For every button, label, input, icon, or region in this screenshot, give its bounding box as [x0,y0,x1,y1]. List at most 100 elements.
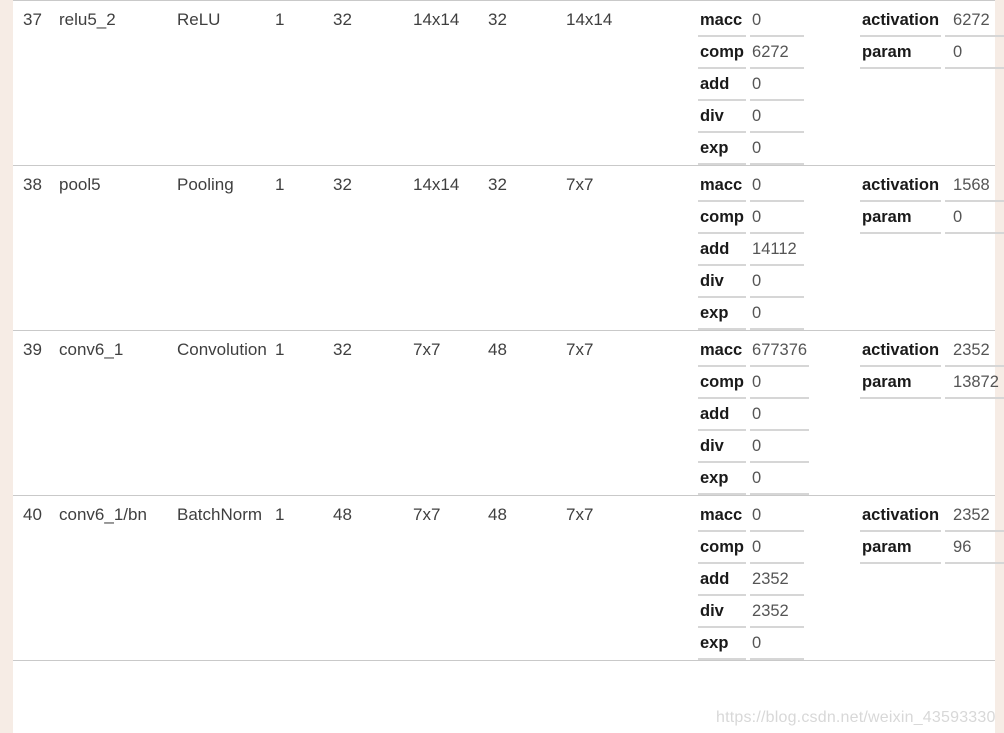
stat-key: activation [860,170,942,202]
stat-row: comp 0 [698,202,805,234]
cell-value-in-channels: 32 [333,175,352,194]
cell-value-name: relu5_2 [59,10,116,29]
stat-value: 6272 [945,5,1004,37]
stat-value: 13872 [945,367,1004,399]
cell-memory: activation 1568 param 0 [846,165,1004,331]
stat-row: activation 1568 [860,170,1004,202]
page-sheet: 37 relu5_2 ReLU 1 32 14x14 32 14x14 macc 0 comp 627… [13,0,1004,733]
stat-value: 0 [945,37,1004,69]
cell-ops: macc 0 comp 0 add 2352 div 2352 exp 0 [686,495,846,661]
ops-stats-group: macc 0 comp 0 add 2352 div 2352 exp 0 [686,500,846,660]
ops-stats-table: macc 0 comp 6272 add 0 div 0 exp 0 [694,5,808,165]
cell-value-index: 38 [23,175,42,194]
cell-in-size: 7x7 [413,330,488,496]
cell-value-in-size: 14x14 [413,10,460,29]
stat-value: 0 [750,628,805,660]
cell-type: ReLU [175,0,275,166]
stat-value: 0 [750,367,810,399]
stat-value: 0 [750,170,805,202]
stat-row: activation 6272 [860,5,1004,37]
cell-out-channels: 32 [488,165,566,331]
stat-value: 2352 [945,335,1004,367]
stat-key: activation [860,500,942,532]
stat-value: 0 [750,266,805,298]
ops-stats-table: macc 0 comp 0 add 2352 div 2352 exp 0 [694,500,808,660]
cell-value-out-channels: 48 [488,340,507,359]
stat-row: exp 0 [698,133,805,165]
stat-row: param 96 [860,532,1004,564]
stat-value: 0 [750,5,805,37]
stat-row: macc 677376 [698,335,810,367]
stat-value: 0 [750,399,810,431]
ops-stats-group: macc 0 comp 0 add 14112 div 0 exp 0 [686,170,846,330]
cell-value-index: 39 [23,340,42,359]
stat-row: activation 2352 [860,500,1004,532]
cell-out-size: 14x14 [566,0,686,166]
stat-key: add [698,564,747,596]
cell-value-in-size: 7x7 [413,505,441,524]
cell-value-batch: 1 [275,505,285,524]
stat-value: 0 [750,133,805,165]
memory-stats-group: activation 6272 param 0 [846,5,1004,69]
stat-row: div 0 [698,266,805,298]
stat-key: div [698,596,747,628]
layer-table-container: 37 relu5_2 ReLU 1 32 14x14 32 14x14 macc 0 comp 627… [13,0,1004,661]
stat-row: add 0 [698,399,810,431]
memory-stats-table: activation 2352 param 96 [856,500,1004,564]
cell-name: conv6_1 [53,330,175,496]
stat-value: 2352 [750,596,805,628]
stat-value: 1568 [945,170,1004,202]
ops-stats-table: macc 677376 comp 0 add 0 div 0 exp 0 [694,335,813,495]
stat-key: macc [698,5,747,37]
stat-key: exp [698,133,747,165]
stat-row: div 2352 [698,596,805,628]
stat-key: exp [698,628,747,660]
stat-value: 0 [750,463,810,495]
cell-value-out-size: 7x7 [566,505,594,524]
stat-key: add [698,399,747,431]
stat-value: 14112 [750,234,805,266]
cell-out-size: 7x7 [566,495,686,661]
stat-value: 0 [750,431,810,463]
stat-value: 6272 [750,37,805,69]
cell-value-out-channels: 32 [488,10,507,29]
cell-memory: activation 2352 param 13872 [846,330,1004,496]
stat-value: 0 [750,202,805,234]
stat-key: activation [860,5,942,37]
stat-key: comp [698,367,747,399]
cell-type: BatchNorm [175,495,275,661]
stat-key: macc [698,170,747,202]
stat-value: 0 [945,202,1004,234]
stat-row: activation 2352 [860,335,1004,367]
cell-out-channels: 48 [488,495,566,661]
table-row: 37 relu5_2 ReLU 1 32 14x14 32 14x14 macc 0 comp 627… [13,0,1004,166]
stat-key: div [698,101,747,133]
cell-index: 40 [13,495,53,661]
stat-value: 2352 [750,564,805,596]
stat-value: 0 [750,69,805,101]
stat-value: 677376 [750,335,810,367]
cell-value-out-channels: 48 [488,505,507,524]
memory-stats-group: activation 1568 param 0 [846,170,1004,234]
cell-value-name: pool5 [59,175,101,194]
cell-batch: 1 [275,165,333,331]
stat-value: 2352 [945,500,1004,532]
stat-key: param [860,367,942,399]
table-row: 39 conv6_1 Convolution 1 32 7x7 48 7x7 macc 67737… [13,330,1004,496]
cell-value-type: BatchNorm [177,505,263,524]
stat-key: exp [698,463,747,495]
memory-stats-table: activation 2352 param 13872 [856,335,1004,399]
stat-row: macc 0 [698,500,805,532]
stat-key: macc [698,335,747,367]
cell-value-batch: 1 [275,340,285,359]
stat-key: param [860,37,942,69]
cell-out-channels: 32 [488,0,566,166]
cell-in-size: 7x7 [413,495,488,661]
ops-stats-table: macc 0 comp 0 add 14112 div 0 exp 0 [694,170,808,330]
cell-value-batch: 1 [275,10,285,29]
cell-value-type: Convolution [177,340,267,359]
stat-row: comp 0 [698,532,805,564]
cell-value-name: conv6_1 [59,340,124,359]
ops-stats-group: macc 677376 comp 0 add 0 div 0 exp 0 [686,335,846,495]
cell-value-type: Pooling [177,175,234,194]
